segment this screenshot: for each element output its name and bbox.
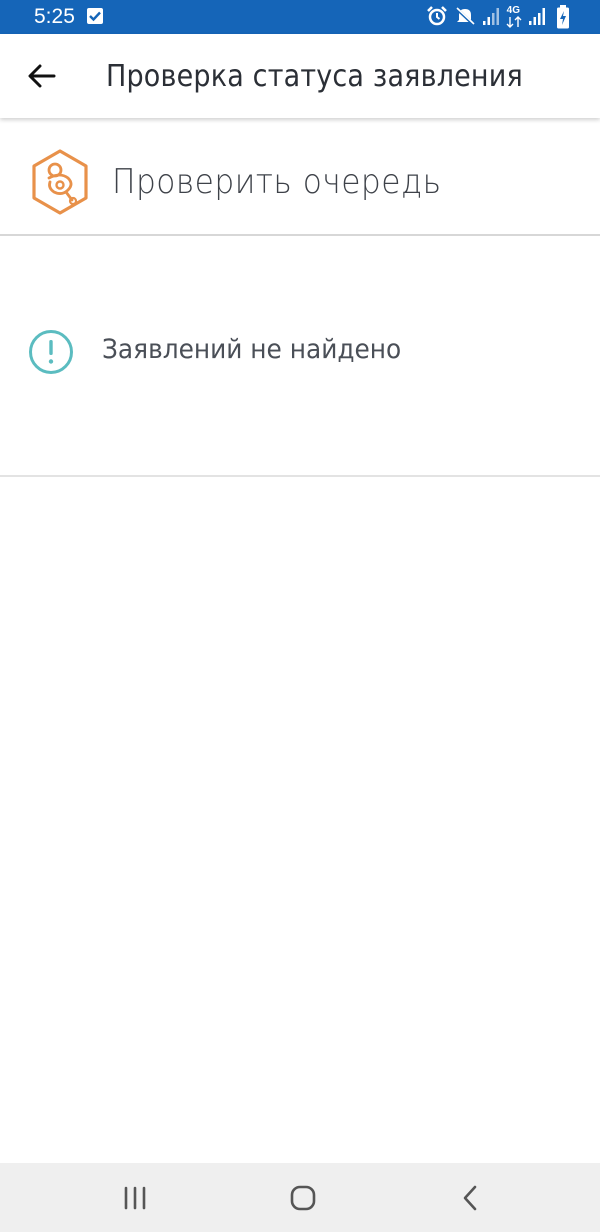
- signal-icon: [529, 8, 545, 25]
- battery-charging-icon: [557, 5, 569, 29]
- check-queue-label: Проверить очередь: [112, 162, 442, 202]
- info-exclamation-icon: [29, 330, 73, 374]
- empty-state: Заявлений не найдено: [0, 236, 600, 477]
- data-arrows-icon: [506, 16, 522, 28]
- signal-icon: [483, 8, 499, 25]
- back-button[interactable]: [22, 56, 62, 96]
- network-type-label: 4G: [506, 5, 520, 16]
- mute-icon: [454, 6, 476, 27]
- back-icon[interactable]: [450, 1180, 490, 1216]
- pacifier-hexagon-icon: [32, 149, 88, 215]
- system-nav-bar: [0, 1163, 600, 1232]
- checkbox-notification-icon: [87, 8, 103, 24]
- status-bar: 5:25 4G: [0, 0, 600, 34]
- app-bar: Проверка статуса заявления: [0, 34, 600, 118]
- arrow-left-icon: [28, 64, 56, 88]
- check-queue-button[interactable]: Проверить очередь: [0, 118, 600, 236]
- status-time: 5:25: [34, 5, 75, 28]
- recent-apps-icon[interactable]: [115, 1180, 155, 1216]
- empty-state-message: Заявлений не найдено: [102, 334, 402, 365]
- page-title: Проверка статуса заявления: [106, 59, 523, 94]
- alarm-icon: [427, 6, 447, 26]
- home-icon[interactable]: [283, 1180, 323, 1216]
